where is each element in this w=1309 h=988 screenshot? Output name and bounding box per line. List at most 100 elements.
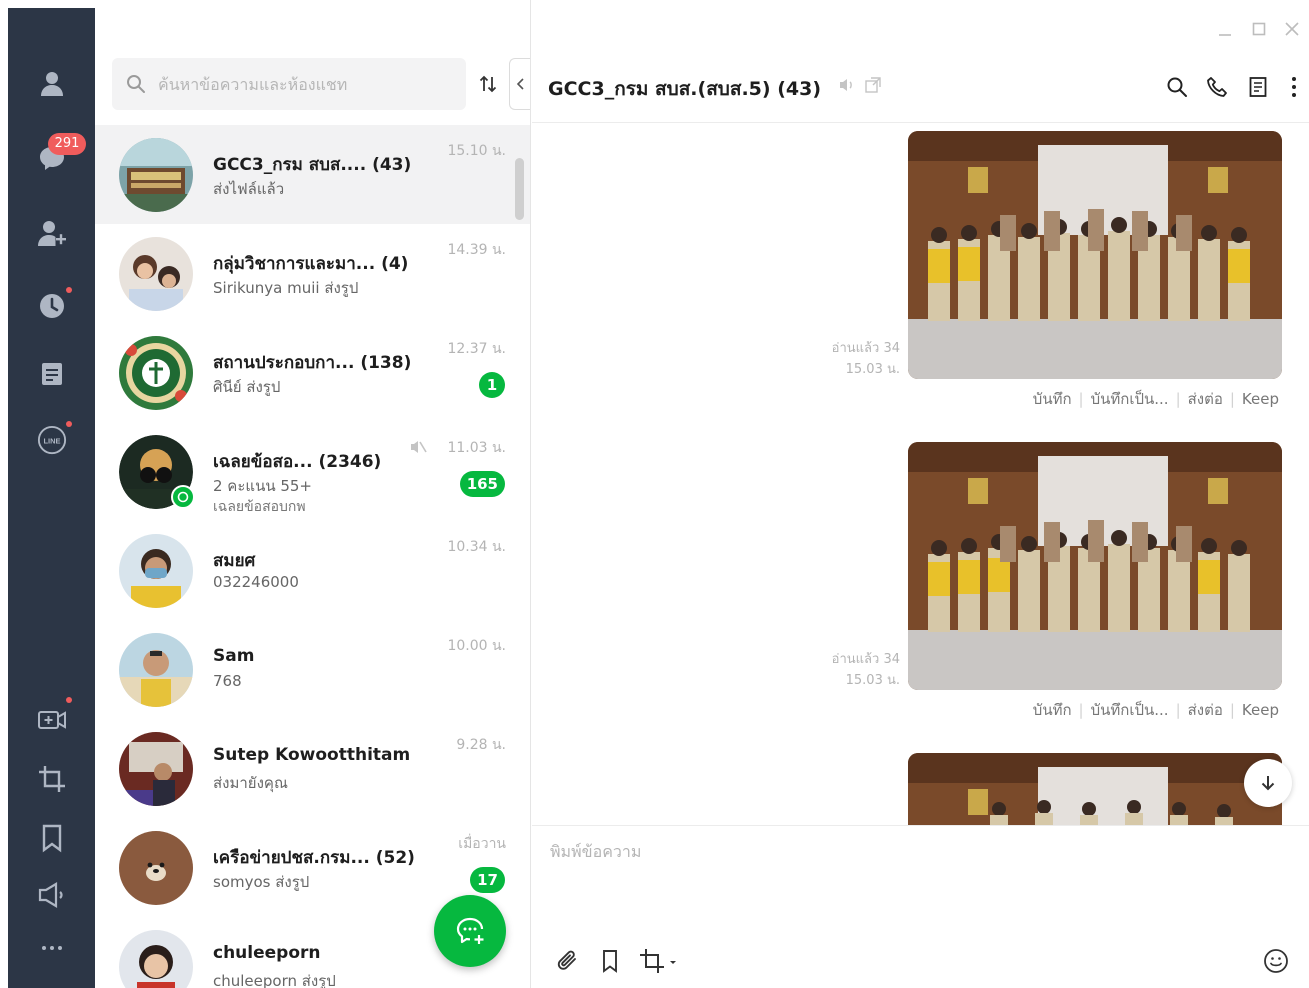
new-chat-button[interactable] [434, 895, 506, 967]
forward-action[interactable]: ส่งต่อ [1188, 698, 1223, 722]
arrow-down-icon [1261, 776, 1275, 791]
maximize-button[interactable] [1248, 18, 1270, 40]
friends-icon [40, 72, 63, 96]
unread-count: 1 [479, 372, 505, 398]
chat-time: 10.00 น. [447, 638, 506, 654]
chat-row-0[interactable]: GCC3_กรม สบส.... (43) ส่งไฟล์แล้ว 15.10 … [95, 125, 530, 224]
collapse-list-button[interactable] [509, 58, 530, 110]
line-icon: LINE [37, 425, 66, 455]
emoji-button[interactable] [1259, 944, 1293, 978]
community-badge-icon [171, 485, 195, 509]
line-app-window: 291 LINE ค้นหาข้อความและห้องแชท GCC3_กรม… [0, 0, 1309, 988]
attach-button[interactable] [551, 944, 585, 978]
rail-friends[interactable] [8, 58, 95, 108]
sort-button[interactable] [475, 70, 501, 98]
avatar [119, 534, 193, 608]
chat-row-2[interactable]: สถานประกอบกา... (138) ศินีย์ ส่งรูป 12.3… [95, 323, 530, 422]
conversation-pane: GCC3_กรม สบส.(สบส.5) (43) อ่านแล้ว 34 15… [532, 0, 1309, 988]
chat-row-6[interactable]: Sutep Kowootthitam ส่งมายังคุณ 9.28 น. [95, 719, 530, 818]
close-icon [1285, 22, 1299, 36]
photo-message[interactable] [908, 753, 1282, 825]
keep-action[interactable]: Keep [1242, 701, 1279, 719]
chat-row-3[interactable]: เฉลยข้อสอ... (2346) 2 คะแนน 55+ เฉลยข้อส… [95, 422, 530, 521]
chat-row-1[interactable]: กลุ่มวิชาการและมา... (4) Sirikunya muii … [95, 224, 530, 323]
save-as-action[interactable]: บันทึกเป็น... [1091, 698, 1169, 722]
notes-icon [1249, 77, 1267, 97]
avatar [119, 732, 193, 806]
message-area: อ่านแล้ว 34 15.03 น. บันทึก | บันทึกเป็น.… [532, 123, 1309, 825]
chat-list-panel: GCC3_กรม สบส.... (43) ส่งไฟล์แล้ว 15.10 … [95, 0, 531, 988]
message-time: 15.03 น. [845, 362, 900, 377]
muted-icon[interactable] [838, 76, 856, 94]
chat-preview: Sirikunya muii ส่งรูป [213, 279, 359, 297]
save-action[interactable]: บันทึก [1033, 698, 1072, 722]
rail-line[interactable]: LINE [8, 415, 95, 465]
chat-list-scrollbar[interactable] [515, 158, 524, 220]
search-icon [127, 75, 145, 93]
rail-notes[interactable] [8, 349, 95, 399]
rail-timeline[interactable] [8, 281, 95, 331]
screenshot-button[interactable] [635, 944, 683, 978]
chat-preview: ศินีย์ ส่งรูป [213, 378, 281, 396]
chat-row-5[interactable]: Sam 768 10.00 น. [95, 620, 530, 719]
chat-preview: 032246000 [213, 573, 299, 591]
keep-button[interactable] [593, 944, 627, 978]
read-receipt: อ่านแล้ว 34 15.03 น. [832, 338, 900, 380]
chat-name: สมยศ [213, 551, 256, 571]
chat-preview: 2 คะแนน 55+ [213, 477, 313, 495]
photo-message[interactable] [908, 131, 1282, 379]
photo-message[interactable] [908, 442, 1282, 690]
chevron-left-icon [516, 78, 524, 90]
search-box[interactable] [112, 58, 466, 110]
chat-name: เครือข่ายปชส.กรม... (52) [213, 848, 415, 868]
search-icon [1167, 77, 1187, 97]
rail-add-friend[interactable] [8, 208, 95, 258]
read-receipt: อ่านแล้ว 34 15.03 น. [832, 649, 900, 691]
search-input[interactable] [158, 74, 448, 94]
save-as-action[interactable]: บันทึกเป็น... [1091, 387, 1169, 411]
chat-name: เฉลยข้อสอ... (2346) [213, 452, 382, 472]
forward-action[interactable]: ส่งต่อ [1188, 387, 1223, 411]
chat-time: 12.37 น. [447, 341, 506, 357]
svg-text:LINE: LINE [43, 436, 60, 445]
announcement-icon [38, 882, 63, 908]
rail-crop[interactable] [8, 754, 95, 804]
close-button[interactable] [1281, 18, 1303, 40]
search-chat-button[interactable] [1162, 72, 1192, 102]
more-options-button[interactable] [1279, 72, 1309, 102]
add-friend-icon [37, 221, 66, 246]
rail-more[interactable] [8, 923, 95, 973]
unread-count: 17 [470, 867, 505, 893]
popout-icon[interactable] [864, 76, 882, 94]
chat-name: สถานประกอบกา... (138) [213, 353, 412, 373]
minimize-button[interactable] [1214, 18, 1236, 40]
avatar [119, 336, 193, 410]
keep-action[interactable]: Keep [1242, 390, 1279, 408]
avatar [119, 633, 193, 707]
call-button[interactable] [1202, 72, 1232, 102]
chat-preview: ส่งไฟล์แล้ว [213, 180, 285, 198]
chat-time: เมื่อวาน [458, 836, 506, 852]
maximize-icon [1252, 22, 1266, 36]
chat-preview: chuleeporn ส่งรูป [213, 972, 336, 988]
bookmark-icon [603, 950, 617, 973]
scroll-to-bottom-button[interactable] [1244, 759, 1292, 807]
photo-actions: บันทึก | บันทึกเป็น... | ส่งต่อ | Keep [1033, 698, 1279, 722]
rail-chats[interactable]: 291 [8, 133, 95, 183]
chat-row-4[interactable]: สมยศ 032246000 10.34 น. [95, 521, 530, 620]
message-input[interactable] [550, 840, 1280, 920]
notes-icon [41, 363, 62, 385]
rail-video-call[interactable] [8, 695, 95, 745]
save-action[interactable]: บันทึก [1033, 387, 1072, 411]
chat-name: GCC3_กรม สบส.... (43) [213, 155, 412, 175]
chat-name: chuleeporn [213, 943, 321, 963]
rail-announcement[interactable] [8, 870, 95, 920]
chat-preview: 768 [213, 672, 242, 690]
chat-name: กลุ่มวิชาการและมา... (4) [213, 254, 409, 274]
chat-name: Sutep Kowootthitam [213, 745, 411, 765]
rail-bookmark[interactable] [8, 813, 95, 863]
chat-time: 10.34 น. [447, 539, 506, 555]
avatar [119, 138, 193, 212]
notes-button[interactable] [1243, 72, 1273, 102]
conversation-title: GCC3_กรม สบส.(สบส.5) (43) [548, 78, 822, 100]
